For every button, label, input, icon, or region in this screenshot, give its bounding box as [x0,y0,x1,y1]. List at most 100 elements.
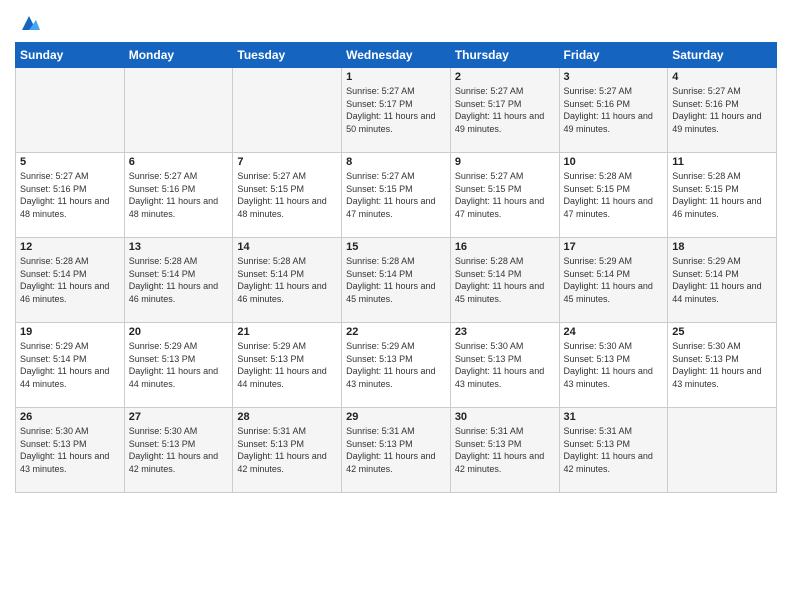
calendar-week-row: 19 Sunrise: 5:29 AM Sunset: 5:14 PM Dayli… [16,323,777,408]
cell-info: Sunrise: 5:30 AM Sunset: 5:13 PM Dayligh… [564,340,664,390]
cell-info: Sunrise: 5:27 AM Sunset: 5:16 PM Dayligh… [129,170,229,220]
calendar-cell: 12 Sunrise: 5:28 AM Sunset: 5:14 PM Dayli… [16,238,125,323]
cell-info: Sunrise: 5:29 AM Sunset: 5:14 PM Dayligh… [672,255,772,305]
calendar-cell: 8 Sunrise: 5:27 AM Sunset: 5:15 PM Daylig… [342,153,451,238]
calendar-cell: 23 Sunrise: 5:30 AM Sunset: 5:13 PM Dayli… [450,323,559,408]
header-cell-wednesday: Wednesday [342,43,451,68]
calendar-cell: 26 Sunrise: 5:30 AM Sunset: 5:13 PM Dayli… [16,408,125,493]
day-number: 3 [564,71,664,83]
calendar-cell: 3Sunrise: 5:27 AM Sunset: 5:16 PM Daylig… [559,68,668,153]
cell-info: Sunrise: 5:28 AM Sunset: 5:15 PM Dayligh… [564,170,664,220]
cell-info: Sunrise: 5:29 AM Sunset: 5:13 PM Dayligh… [346,340,446,390]
calendar-week-row: 26 Sunrise: 5:30 AM Sunset: 5:13 PM Dayli… [16,408,777,493]
day-number: 16 [455,241,555,253]
cell-info: Sunrise: 5:28 AM Sunset: 5:14 PM Dayligh… [237,255,337,305]
calendar-cell: 6Sunrise: 5:27 AM Sunset: 5:16 PM Daylig… [124,153,233,238]
day-number: 25 [672,326,772,338]
header-cell-sunday: Sunday [16,43,125,68]
calendar-cell [233,68,342,153]
cell-info: Sunrise: 5:29 AM Sunset: 5:13 PM Dayligh… [237,340,337,390]
day-number: 26 [20,411,120,423]
header-cell-tuesday: Tuesday [233,43,342,68]
cell-info: Sunrise: 5:30 AM Sunset: 5:13 PM Dayligh… [20,425,120,475]
calendar-cell: 20 Sunrise: 5:29 AM Sunset: 5:13 PM Dayli… [124,323,233,408]
calendar-cell [668,408,777,493]
cell-info: Sunrise: 5:27 AM Sunset: 5:15 PM Dayligh… [346,170,446,220]
calendar-cell: 28 Sunrise: 5:31 AM Sunset: 5:13 PM Dayli… [233,408,342,493]
calendar-cell [124,68,233,153]
calendar-cell: 9 Sunrise: 5:27 AM Sunset: 5:15 PM Daylig… [450,153,559,238]
day-number: 30 [455,411,555,423]
day-number: 23 [455,326,555,338]
calendar-cell: 11 Sunrise: 5:28 AM Sunset: 5:15 PM Dayli… [668,153,777,238]
cell-info: Sunrise: 5:28 AM Sunset: 5:15 PM Dayligh… [672,170,772,220]
calendar-cell: 19 Sunrise: 5:29 AM Sunset: 5:14 PM Dayli… [16,323,125,408]
day-number: 20 [129,326,229,338]
cell-info: Sunrise: 5:27 AM Sunset: 5:16 PM Dayligh… [672,85,772,135]
cell-info: Sunrise: 5:28 AM Sunset: 5:14 PM Dayligh… [346,255,446,305]
cell-info: Sunrise: 5:31 AM Sunset: 5:13 PM Dayligh… [346,425,446,475]
cell-info: Sunrise: 5:30 AM Sunset: 5:13 PM Dayligh… [455,340,555,390]
day-number: 28 [237,411,337,423]
logo-icon [18,12,40,34]
calendar-cell: 1 Sunrise: 5:27 AM Sunset: 5:17 PM Daylig… [342,68,451,153]
cell-info: Sunrise: 5:31 AM Sunset: 5:13 PM Dayligh… [564,425,664,475]
day-number: 14 [237,241,337,253]
calendar-cell [16,68,125,153]
day-number: 17 [564,241,664,253]
cell-info: Sunrise: 5:28 AM Sunset: 5:14 PM Dayligh… [20,255,120,305]
calendar-cell: 21Sunrise: 5:29 AM Sunset: 5:13 PM Dayli… [233,323,342,408]
cell-info: Sunrise: 5:30 AM Sunset: 5:13 PM Dayligh… [129,425,229,475]
calendar-cell: 25 Sunrise: 5:30 AM Sunset: 5:13 PM Dayli… [668,323,777,408]
header [15,10,777,34]
day-number: 27 [129,411,229,423]
header-cell-friday: Friday [559,43,668,68]
day-number: 24 [564,326,664,338]
cell-info: Sunrise: 5:29 AM Sunset: 5:13 PM Dayligh… [129,340,229,390]
cell-info: Sunrise: 5:28 AM Sunset: 5:14 PM Dayligh… [455,255,555,305]
header-row: SundayMondayTuesdayWednesdayThursdayFrid… [16,43,777,68]
calendar-cell: 29Sunrise: 5:31 AM Sunset: 5:13 PM Dayli… [342,408,451,493]
calendar-week-row: 5Sunrise: 5:27 AM Sunset: 5:16 PM Daylig… [16,153,777,238]
cell-info: Sunrise: 5:27 AM Sunset: 5:15 PM Dayligh… [455,170,555,220]
cell-info: Sunrise: 5:31 AM Sunset: 5:13 PM Dayligh… [237,425,337,475]
calendar-cell: 17 Sunrise: 5:29 AM Sunset: 5:14 PM Dayli… [559,238,668,323]
calendar-cell: 2Sunrise: 5:27 AM Sunset: 5:17 PM Daylig… [450,68,559,153]
day-number: 12 [20,241,120,253]
calendar-cell: 30Sunrise: 5:31 AM Sunset: 5:13 PM Dayli… [450,408,559,493]
day-number: 15 [346,241,446,253]
calendar-cell: 22 Sunrise: 5:29 AM Sunset: 5:13 PM Dayli… [342,323,451,408]
header-cell-saturday: Saturday [668,43,777,68]
cell-info: Sunrise: 5:27 AM Sunset: 5:17 PM Dayligh… [455,85,555,135]
calendar-cell: 15 Sunrise: 5:28 AM Sunset: 5:14 PM Dayli… [342,238,451,323]
day-number: 7 [237,156,337,168]
calendar-cell: 14 Sunrise: 5:28 AM Sunset: 5:14 PM Dayli… [233,238,342,323]
calendar-cell: 4Sunrise: 5:27 AM Sunset: 5:16 PM Daylig… [668,68,777,153]
cell-info: Sunrise: 5:29 AM Sunset: 5:14 PM Dayligh… [20,340,120,390]
calendar-cell: 7Sunrise: 5:27 AM Sunset: 5:15 PM Daylig… [233,153,342,238]
calendar-cell: 13 Sunrise: 5:28 AM Sunset: 5:14 PM Dayli… [124,238,233,323]
calendar-table: SundayMondayTuesdayWednesdayThursdayFrid… [15,42,777,493]
calendar-cell: 31Sunrise: 5:31 AM Sunset: 5:13 PM Dayli… [559,408,668,493]
logo [15,14,40,34]
calendar-cell: 24 Sunrise: 5:30 AM Sunset: 5:13 PM Dayli… [559,323,668,408]
day-number: 13 [129,241,229,253]
day-number: 19 [20,326,120,338]
header-cell-monday: Monday [124,43,233,68]
day-number: 22 [346,326,446,338]
day-number: 1 [346,71,446,83]
calendar-cell: 16 Sunrise: 5:28 AM Sunset: 5:14 PM Dayli… [450,238,559,323]
calendar-cell: 5Sunrise: 5:27 AM Sunset: 5:16 PM Daylig… [16,153,125,238]
header-cell-thursday: Thursday [450,43,559,68]
day-number: 8 [346,156,446,168]
day-number: 18 [672,241,772,253]
cell-info: Sunrise: 5:29 AM Sunset: 5:14 PM Dayligh… [564,255,664,305]
cell-info: Sunrise: 5:30 AM Sunset: 5:13 PM Dayligh… [672,340,772,390]
cell-info: Sunrise: 5:27 AM Sunset: 5:17 PM Dayligh… [346,85,446,135]
calendar-cell: 10Sunrise: 5:28 AM Sunset: 5:15 PM Dayli… [559,153,668,238]
cell-info: Sunrise: 5:27 AM Sunset: 5:16 PM Dayligh… [20,170,120,220]
day-number: 9 [455,156,555,168]
day-number: 11 [672,156,772,168]
calendar-week-row: 1 Sunrise: 5:27 AM Sunset: 5:17 PM Daylig… [16,68,777,153]
cell-info: Sunrise: 5:28 AM Sunset: 5:14 PM Dayligh… [129,255,229,305]
